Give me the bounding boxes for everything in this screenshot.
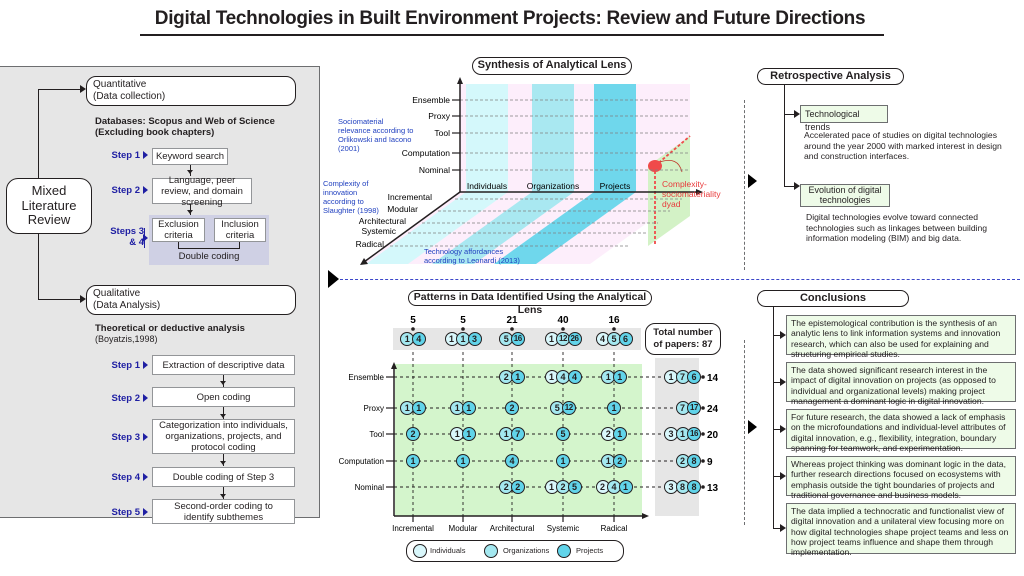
projects-count: 2 (505, 401, 519, 415)
arrow-icon (780, 425, 786, 433)
projects-count: 16 (510, 332, 525, 346)
projects-count: 1 (406, 454, 420, 468)
projects-count: 1 (510, 370, 525, 384)
conclusion-item: The data showed significant research int… (786, 362, 1016, 406)
projects-count: 26 (567, 332, 582, 346)
projects-count: 5 (567, 480, 582, 494)
legend-projects-icon (557, 544, 571, 558)
projects-count: 2 (406, 427, 420, 441)
projects-count: 8 (687, 454, 701, 468)
projects-count: 8 (687, 480, 701, 494)
arrow-icon (780, 524, 786, 532)
projects-count: 2 (510, 480, 525, 494)
projects-count: 1 (456, 454, 470, 468)
projects-count: 1 (556, 454, 570, 468)
projects-count: 1 (461, 427, 476, 441)
projects-count: 17 (687, 401, 701, 415)
arrow-icon (780, 331, 786, 339)
projects-count: 1 (461, 401, 476, 415)
conclusion-item: Whereas project thinking was dominant lo… (786, 456, 1016, 500)
arrow-icon (780, 472, 786, 480)
legend-individuals-icon (413, 544, 427, 558)
conclusion-item: For future research, the data showed a l… (786, 409, 1016, 453)
projects-count: 12 (561, 401, 576, 415)
projects-count: 1 (607, 401, 621, 415)
projects-count: 16 (687, 427, 701, 441)
projects-count: 6 (618, 332, 633, 346)
legend-projects-label: Projects (576, 546, 604, 555)
legend: Individuals Organizations Projects (406, 540, 624, 562)
projects-count: 3 (467, 332, 482, 346)
projects-count: 6 (687, 370, 701, 384)
projects-count: 7 (510, 427, 525, 441)
projects-count: 1 (612, 427, 627, 441)
connector-line (773, 307, 774, 529)
projects-count: 5 (556, 427, 570, 441)
legend-individuals-label: Individuals (430, 546, 466, 555)
conclusion-item: The epistemological contribution is the … (786, 315, 1016, 359)
legend-organizations-label: Organizations (503, 546, 550, 555)
projects-count: 4 (411, 332, 426, 346)
conclusions-header: Conclusions (757, 290, 909, 307)
projects-count: 1 (411, 401, 426, 415)
projects-count: 4 (567, 370, 582, 384)
arrow-icon (780, 378, 786, 386)
conclusion-item: The data implied a technocratic and func… (786, 503, 1016, 557)
projects-count: 1 (612, 370, 627, 384)
legend-organizations-icon (484, 544, 498, 558)
projects-count: 2 (612, 454, 627, 468)
projects-count: 4 (505, 454, 519, 468)
projects-count: 1 (618, 480, 633, 494)
